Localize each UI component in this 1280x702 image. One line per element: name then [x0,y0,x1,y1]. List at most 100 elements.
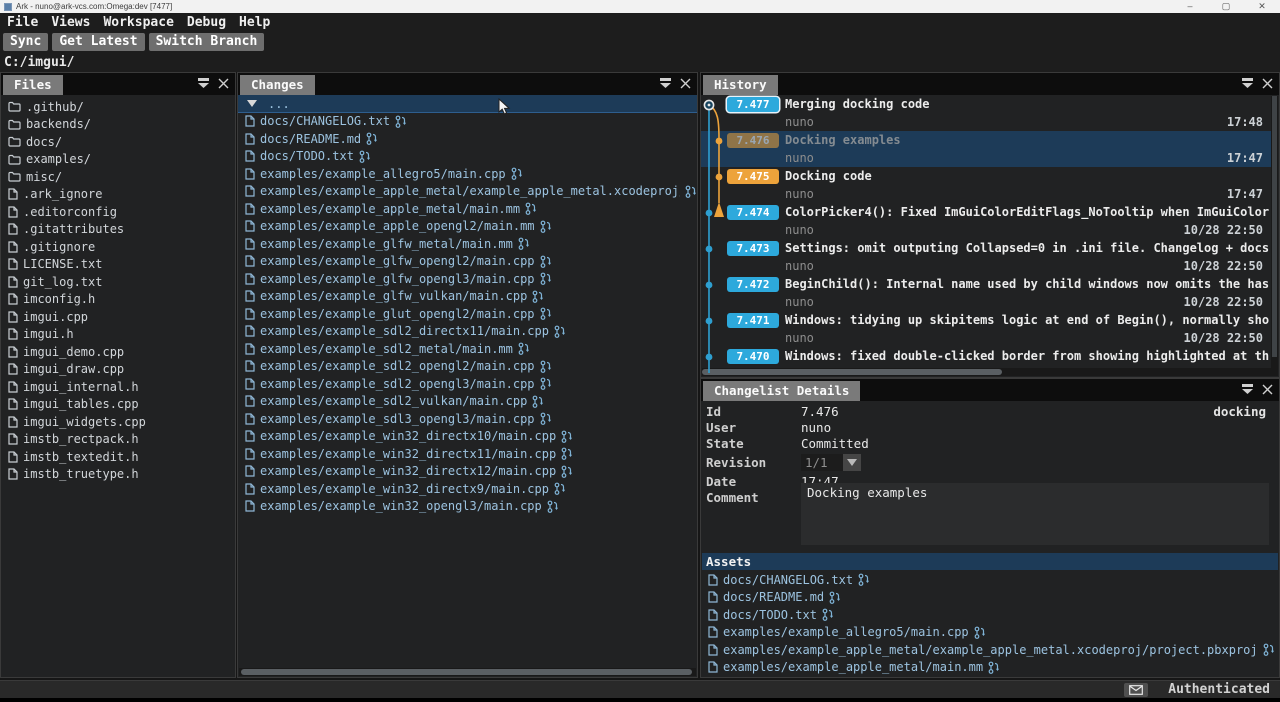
scrollbar-thumb[interactable] [1272,96,1277,357]
asset-row[interactable]: docs/README.md [701,589,1279,607]
mouse-cursor [498,98,512,116]
changed-file-row[interactable]: examples/example_glfw_opengl3/main.cpp [238,270,697,288]
menu-item[interactable]: Views [51,15,99,30]
changed-file-row[interactable]: examples/example_sdl2_metal/main.mm [238,340,697,358]
toolbar-button[interactable]: Get Latest [52,33,144,51]
file-tree-item[interactable]: imstb_truetype.h [1,466,235,484]
menu-item[interactable]: Debug [187,15,235,30]
file-tree-item[interactable]: examples/ [1,151,235,169]
file-tree-item[interactable]: imgui_internal.h [1,378,235,396]
changed-file-row[interactable]: examples/example_glfw_vulkan/main.cpp [238,288,697,306]
file-tree-item[interactable]: imconfig.h [1,291,235,309]
changed-file-row[interactable]: docs/TODO.txt [238,148,697,166]
minimize-button[interactable]: – [1184,0,1196,13]
asset-row[interactable]: examples/example_allegro5/main.cpp [701,624,1279,642]
file-tree-item[interactable]: imstb_textedit.h [1,448,235,466]
file-tree-item[interactable]: .editorconfig [1,203,235,221]
menu-item[interactable]: Workspace [103,15,182,30]
close-icon[interactable] [1262,78,1273,89]
comment-textbox[interactable]: Docking examples [801,483,1269,545]
toolbar-button[interactable]: Sync [3,33,48,51]
asset-row[interactable]: examples/example_apple_opengl2/main.mm [701,676,1279,677]
filter-icon[interactable] [1241,383,1254,395]
changed-file-row[interactable]: examples/example_glut_opengl2/main.cpp [238,305,697,323]
mail-button[interactable] [1124,683,1148,697]
file-tree-item[interactable]: .gitignore [1,238,235,256]
file-tree-item[interactable]: LICENSE.txt [1,256,235,274]
asset-row[interactable]: examples/example_apple_metal/main.mm [701,659,1279,677]
changed-file-row[interactable]: examples/example_sdl2_vulkan/main.cpp [238,393,697,411]
file-icon [8,258,18,270]
file-tree-item[interactable]: imgui.h [1,326,235,344]
history-entry[interactable]: 7.476 Docking examples nuno 17:47 [701,131,1271,167]
tab-files[interactable]: Files [3,75,63,95]
menu-item[interactable]: File [7,15,47,30]
history-entry[interactable]: 7.470 Windows: fixed double-clicked bord… [701,347,1271,369]
changed-file-row[interactable]: examples/example_apple_metal/example_app… [238,183,697,201]
changed-file-row[interactable]: examples/example_sdl2_opengl3/main.cpp [238,375,697,393]
tab-changes[interactable]: Changes [240,75,315,95]
history-entry[interactable]: 7.472 BeginChild(): Internal name used b… [701,275,1271,311]
history-entry[interactable]: 7.477 Merging docking code nuno 17:48 [701,95,1271,131]
changed-file-row[interactable]: examples/example_win32_directx11/main.cp… [238,445,697,463]
history-entry[interactable]: 7.471 Windows: tidying up skipitems logi… [701,311,1271,347]
file-tree-item[interactable]: imgui_tables.cpp [1,396,235,414]
changed-file-row[interactable]: examples/example_sdl2_opengl2/main.cpp [238,358,697,376]
changed-file-row[interactable]: examples/example_glfw_metal/main.mm [238,235,697,253]
revision-badge: 7.470 [727,349,779,364]
history-vscrollbar[interactable] [1271,96,1278,368]
file-tree-item[interactable]: .github/ [1,98,235,116]
changed-file-row[interactable]: examples/example_win32_opengl3/main.cpp [238,498,697,516]
tab-history[interactable]: History [703,75,778,95]
changes-hscrollbar[interactable] [239,668,696,676]
file-tree-item[interactable]: git_log.txt [1,273,235,291]
close-icon[interactable] [680,78,691,89]
dropdown-arrow-icon[interactable] [843,454,861,471]
changed-file-row[interactable]: examples/example_sdl2_directx11/main.cpp [238,323,697,341]
changed-file-row[interactable]: examples/example_win32_directx9/main.cpp [238,480,697,498]
history-entry[interactable]: 7.474 ColorPicker4(): Fixed ImGuiColorEd… [701,203,1271,239]
file-tree-item[interactable]: imgui_widgets.cpp [1,413,235,431]
changes-root-row[interactable]: ... [238,95,697,113]
file-tree-item[interactable]: imstb_rectpack.h [1,431,235,449]
history-entry[interactable]: 7.475 Docking code nuno 17:47 [701,167,1271,203]
close-icon[interactable] [1262,384,1273,395]
file-tree-item[interactable]: .ark_ignore [1,186,235,204]
file-tree-item[interactable]: imgui_demo.cpp [1,343,235,361]
scrollbar-thumb[interactable] [241,669,692,675]
changed-file-row[interactable]: examples/example_sdl3_opengl3/main.cpp [238,410,697,428]
changed-file-row[interactable]: docs/README.md [238,130,697,148]
window-title: Ark - nuno@ark-vcs.com:Omega:dev [7477] [16,2,1184,11]
changed-file-row[interactable]: examples/example_win32_directx10/main.cp… [238,428,697,446]
revision-dropdown[interactable]: 1/1 [801,454,861,471]
changed-file-row[interactable]: examples/example_apple_opengl2/main.mm [238,218,697,236]
close-icon[interactable] [218,78,229,89]
tab-changelist-details[interactable]: Changelist Details [703,381,860,401]
maximize-button[interactable]: ▢ [1220,0,1232,13]
history-entry[interactable]: 7.473 Settings: omit outputing Collapsed… [701,239,1271,275]
file-tree-item[interactable]: misc/ [1,168,235,186]
filter-icon[interactable] [659,77,672,89]
file-tree-item[interactable]: .gitattributes [1,221,235,239]
history-hscrollbar[interactable] [702,368,1278,376]
toolbar-button[interactable]: Switch Branch [149,33,265,51]
asset-row[interactable]: examples/example_apple_metal/example_app… [701,641,1279,659]
changed-file-row[interactable]: examples/example_glfw_opengl2/main.cpp [238,253,697,271]
scrollbar-thumb[interactable] [702,369,1002,375]
file-tree-item[interactable]: docs/ [1,133,235,151]
changed-file-row[interactable]: docs/CHANGELOG.txt [238,113,697,131]
filter-icon[interactable] [197,77,210,89]
asset-path: examples/example_allegro5/main.cpp [723,625,969,639]
changed-file-row[interactable]: examples/example_allegro5/main.cpp [238,165,697,183]
file-tree-item[interactable]: imgui_draw.cpp [1,361,235,379]
asset-row[interactable]: docs/TODO.txt [701,606,1279,624]
file-tree-item[interactable]: imgui.cpp [1,308,235,326]
close-button[interactable]: ✕ [1256,0,1268,13]
file-tree-item[interactable]: backends/ [1,116,235,134]
changed-file-row[interactable]: examples/example_apple_metal/main.mm [238,200,697,218]
asset-row[interactable]: docs/CHANGELOG.txt [701,571,1279,589]
assets-section-header[interactable]: Assets [702,553,1278,570]
filter-icon[interactable] [1241,77,1254,89]
menu-item[interactable]: Help [239,15,279,30]
changed-file-row[interactable]: examples/example_win32_directx12/main.cp… [238,463,697,481]
